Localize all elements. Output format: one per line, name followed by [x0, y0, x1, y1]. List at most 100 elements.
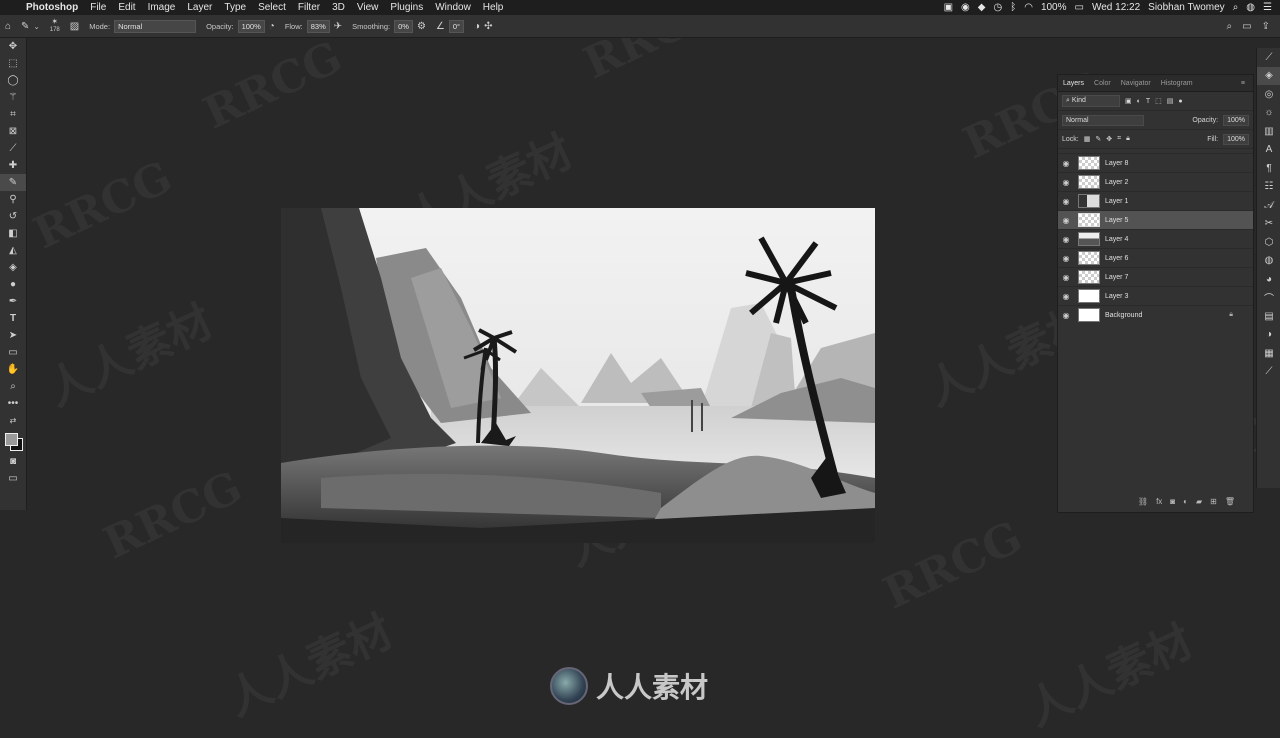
user-name[interactable]: Siobhan Twomey [1148, 2, 1225, 13]
pressure-size-icon[interactable]: ◑ [474, 21, 480, 32]
histogram-icon[interactable]: ▥ [1257, 122, 1280, 141]
angle-field[interactable]: 0° [448, 19, 465, 33]
adjustment-layer-icon[interactable]: ◐ [1183, 497, 1188, 506]
lock-all-icon[interactable]: 🔒︎ [1126, 135, 1130, 143]
swatches-icon[interactable]: ▦ [1257, 344, 1280, 363]
layer-fill-field[interactable]: 100% [1223, 133, 1249, 145]
move-tool-icon[interactable]: ✥ [0, 38, 26, 55]
new-layer-icon[interactable]: ⊞ [1210, 497, 1217, 506]
dodge-tool-icon[interactable]: ● [0, 276, 26, 293]
character-icon[interactable]: A [1257, 141, 1280, 160]
brush-preset-picker[interactable]: ✶ 178 [45, 18, 65, 34]
bluetooth-icon[interactable]: ᛒ [1010, 2, 1016, 13]
panel-menu-icon[interactable]: ≡ [1241, 80, 1253, 87]
properties-icon[interactable]: ☷ [1257, 178, 1280, 197]
blend-mode-select[interactable]: Normal [1062, 114, 1144, 126]
tab-navigator[interactable]: Navigator [1116, 80, 1156, 87]
workspace-icon[interactable]: ▭ [1242, 21, 1251, 32]
layer-row[interactable]: ◉ Layer 1 [1058, 191, 1253, 210]
lock-transparent-icon[interactable]: ▦ [1084, 135, 1091, 143]
blur-tool-icon[interactable]: ◈ [0, 259, 26, 276]
tool-presets-icon[interactable]: ✂ [1257, 215, 1280, 234]
layer-opacity-field[interactable]: 100% [1223, 114, 1249, 126]
eye-icon[interactable]: ◉ [1058, 273, 1074, 282]
eye-icon[interactable]: ◉ [1058, 197, 1074, 206]
layer-row[interactable]: ◉ Layer 3 [1058, 286, 1253, 305]
menu-window[interactable]: Window [429, 2, 477, 13]
lasso-tool-icon[interactable]: ◯ [0, 72, 26, 89]
hand-tool-icon[interactable]: ✋ [0, 361, 26, 378]
eye-icon[interactable]: ◉ [1058, 292, 1074, 301]
layer-row[interactable]: ◉ Layer 4 [1058, 229, 1253, 248]
menu-view[interactable]: View [351, 2, 385, 13]
history-brush-tool-icon[interactable]: ↺ [0, 208, 26, 225]
channels-icon[interactable]: ◎ [1257, 85, 1280, 104]
filter-toggle-icon[interactable]: ● [1178, 98, 1182, 105]
brush-settings-toggle[interactable]: ▨ [65, 21, 84, 32]
eye-icon[interactable]: ◉ [1058, 235, 1074, 244]
creative-cloud-icon[interactable]: ◉ [961, 2, 970, 13]
more-tools-icon[interactable]: ••• [0, 395, 26, 412]
brushes-icon[interactable]: ⟋ [1257, 363, 1280, 382]
frame-tool-icon[interactable]: ⊠ [0, 123, 26, 140]
menu-image[interactable]: Image [142, 2, 182, 13]
time-machine-icon[interactable]: ◷ [993, 2, 1002, 13]
screen-record-icon[interactable]: ▣ [944, 2, 953, 13]
crop-tool-icon[interactable]: ⌗ [0, 106, 26, 123]
add-mask-icon[interactable]: ◙ [1170, 497, 1175, 506]
brush-tool-icon[interactable]: ✎ [0, 174, 26, 191]
quick-mask-icon[interactable]: ◙ [0, 453, 26, 470]
paths-icon[interactable]: ⌒ [1257, 289, 1280, 308]
spotlight-search-icon[interactable]: ⌕ [1233, 2, 1239, 13]
brush-settings-icon[interactable]: ⟋ [1257, 48, 1280, 67]
layer-filter-select[interactable]: ⌕ Kind [1062, 95, 1120, 107]
eye-icon[interactable]: ◉ [1058, 254, 1074, 263]
new-group-icon[interactable]: ▰ [1196, 497, 1202, 506]
gear-icon[interactable]: ⚙ [417, 21, 426, 32]
menu-edit[interactable]: Edit [112, 2, 141, 13]
symmetry-icon[interactable]: ✣ [484, 21, 492, 32]
filter-shape-icon[interactable]: ⬚ [1155, 97, 1162, 105]
notification-center-icon[interactable]: ☰ [1263, 2, 1272, 13]
filter-smart-object-icon[interactable]: ▤ [1167, 97, 1174, 105]
foreground-color-swatch[interactable] [5, 433, 18, 446]
magic-wand-tool-icon[interactable]: ⚚ [0, 89, 26, 106]
document-canvas[interactable] [281, 208, 875, 543]
eye-icon[interactable]: ◉ [1058, 159, 1074, 168]
menu-filter[interactable]: Filter [292, 2, 326, 13]
path-selection-tool-icon[interactable]: ➤ [0, 327, 26, 344]
link-layers-icon[interactable]: ⛓ [1138, 497, 1148, 506]
lock-image-icon[interactable]: ✎ [1095, 135, 1101, 143]
color-icon[interactable]: ◕ [1257, 270, 1280, 289]
lock-position-icon[interactable]: ✥ [1106, 135, 1112, 143]
pressure-opacity-icon[interactable]: ◔ [269, 21, 275, 32]
trash-icon[interactable]: 🗑︎ [1225, 497, 1235, 506]
layer-row[interactable]: ◉ Layer 2 [1058, 172, 1253, 191]
marquee-tool-icon[interactable]: ⬚ [0, 55, 26, 72]
adjustments-icon[interactable]: ☼ [1257, 104, 1280, 123]
fx-icon[interactable]: fx [1156, 497, 1162, 506]
filter-adjustment-icon[interactable]: ◐ [1137, 98, 1141, 105]
zoom-tool-icon[interactable]: ⌕ [0, 378, 26, 395]
navigator-icon[interactable]: ◍ [1257, 252, 1280, 271]
3d-icon[interactable]: ⬡ [1257, 233, 1280, 252]
menu-app-photoshop[interactable]: Photoshop [20, 2, 84, 13]
battery-percent[interactable]: 100% [1041, 2, 1067, 13]
layer-row[interactable]: ◉ Layer 6 [1058, 248, 1253, 267]
eye-icon[interactable]: ◉ [1058, 178, 1074, 187]
menu-plugins[interactable]: Plugins [384, 2, 429, 13]
menu-file[interactable]: File [84, 2, 112, 13]
styles-icon[interactable]: ◑ [1257, 326, 1280, 345]
eye-icon[interactable]: ◉ [1058, 216, 1074, 225]
pen-tool-icon[interactable]: ✒ [0, 293, 26, 310]
search-icon[interactable]: ⌕ [1227, 21, 1233, 32]
opacity-field[interactable]: 100% [237, 19, 265, 33]
eye-icon[interactable]: ◉ [1058, 311, 1074, 320]
tab-layers[interactable]: Layers [1058, 80, 1089, 87]
clock[interactable]: Wed 12:22 [1092, 2, 1140, 13]
lock-icon[interactable]: 🔒︎ [1229, 311, 1253, 319]
home-button[interactable]: ⌂ [0, 21, 16, 32]
eyedropper-tool-icon[interactable]: ⟋ [0, 140, 26, 157]
filter-pixel-icon[interactable]: ▣ [1125, 97, 1132, 105]
clone-stamp-tool-icon[interactable]: ⚲ [0, 191, 26, 208]
